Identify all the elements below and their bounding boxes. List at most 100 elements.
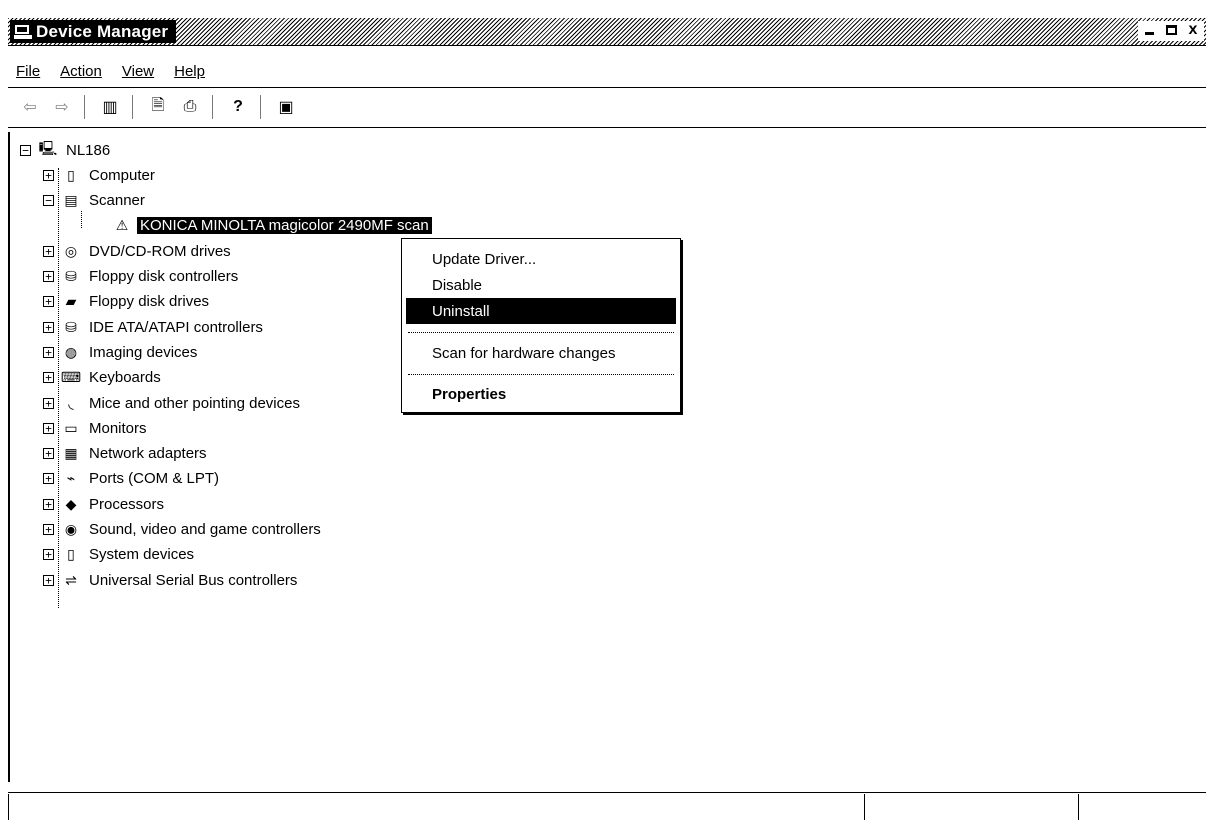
tree-category-label: DVD/CD-ROM drives (89, 242, 231, 260)
floppy-drive-icon: ▰ (65, 292, 77, 309)
expand-icon[interactable]: + (43, 295, 54, 307)
expand-icon[interactable]: + (43, 523, 54, 535)
maximize-button[interactable] (1160, 21, 1182, 41)
menu-item-label: Disable (432, 276, 483, 294)
collapse-icon[interactable]: − (43, 194, 54, 206)
tree-category-scanner[interactable]: − ▤ Scanner (43, 188, 148, 212)
tree-category-processors[interactable]: + ◆ Processors (43, 492, 167, 516)
expand-icon[interactable]: + (43, 548, 54, 560)
forward-button[interactable]: ⇨ (50, 95, 74, 119)
status-panel-main (8, 794, 861, 820)
title-label-group: Device Manager (10, 20, 177, 43)
tree-category-label: Keyboards (89, 368, 161, 386)
tree-category-imaging[interactable]: + ◍ Imaging devices (43, 340, 200, 364)
status-bar (8, 792, 1206, 820)
menu-file[interactable]: File (8, 63, 52, 80)
minimize-icon (1144, 32, 1154, 35)
menu-file-label: File (16, 62, 41, 80)
tree-category-label: Universal Serial Bus controllers (89, 571, 298, 589)
tree-root-label: NL186 (66, 141, 111, 159)
tree-category-label: Scanner (89, 191, 145, 209)
network-adapter-icon: ▦ (64, 444, 78, 461)
menu-view[interactable]: View (114, 63, 166, 80)
expand-icon[interactable]: + (43, 245, 54, 257)
tree-category-network[interactable]: + ▦ Network adapters (43, 441, 210, 465)
tree-category-dvd-cd-rom[interactable]: + ◎ DVD/CD-ROM drives (43, 239, 234, 263)
expand-icon[interactable]: + (43, 422, 54, 434)
menu-item-uninstall[interactable]: Uninstall (406, 298, 676, 324)
close-button[interactable]: x (1182, 21, 1204, 41)
help-icon: ? (233, 98, 243, 115)
close-icon: x (1188, 21, 1198, 38)
expand-icon[interactable]: + (43, 472, 54, 484)
tree-category-floppy-drives[interactable]: + ▰ Floppy disk drives (43, 289, 212, 313)
tree-category-floppy-controllers[interactable]: + ⛁ Floppy disk controllers (43, 264, 241, 288)
menu-item-update-driver[interactable]: Update Driver... (406, 246, 676, 272)
expand-icon[interactable]: + (43, 321, 54, 333)
show-hide-console-tree-button[interactable]: ▥ (98, 95, 122, 119)
expand-icon[interactable]: + (43, 397, 54, 409)
scanner-icon: ▤ (64, 191, 78, 208)
menu-help[interactable]: Help (166, 63, 217, 80)
minimize-button[interactable] (1138, 21, 1160, 41)
port-icon: ⌁ (66, 469, 76, 486)
expand-icon[interactable]: + (43, 346, 54, 358)
back-arrow-icon: ⇦ (23, 99, 37, 116)
tree-device-konica-scanner[interactable]: ⚠ KONICA MINOLTA magicolor 2490MF scan (113, 213, 432, 237)
status-panel-tertiary (1078, 794, 1206, 820)
tree-category-mice[interactable]: + ◟ Mice and other pointing devices (43, 391, 303, 415)
menu-separator (408, 332, 674, 333)
properties-icon: 🗎 (151, 96, 165, 114)
tree-category-label: Imaging devices (89, 343, 198, 361)
properties-button[interactable]: 🗎 (146, 95, 170, 119)
scan-hardware-icon: ▣ (278, 99, 294, 116)
menu-item-scan-hardware[interactable]: Scan for hardware changes (406, 340, 676, 366)
menu-toolbar-divider (8, 87, 1206, 88)
ide-controller-icon: ⛁ (65, 318, 77, 335)
show-hide-console-tree-icon: ▥ (102, 99, 118, 116)
tree-category-sound[interactable]: + ◉ Sound, video and game controllers (43, 517, 324, 541)
tree-category-usb[interactable]: + ⇌ Universal Serial Bus controllers (43, 568, 300, 592)
toolbar-divider (212, 95, 216, 119)
tree-category-ide[interactable]: + ⛁ IDE ATA/ATAPI controllers (43, 315, 266, 339)
scan-hardware-button[interactable]: ▣ (274, 95, 298, 119)
help-button[interactable]: ? (226, 95, 250, 119)
back-button[interactable]: ⇦ (18, 95, 42, 119)
expand-icon[interactable]: + (43, 270, 54, 282)
menu-item-properties[interactable]: Properties (406, 381, 676, 407)
dvd-drive-icon: ◎ (64, 242, 78, 259)
tree-category-label: Mice and other pointing devices (89, 394, 300, 412)
menu-item-disable[interactable]: Disable (406, 272, 676, 298)
tree-category-monitors[interactable]: + ▭ Monitors (43, 416, 150, 440)
window-controls: x (1138, 21, 1204, 41)
tree-root-node[interactable]: − 🖳 NL186 (20, 138, 113, 162)
computer-icon: ▯ (67, 166, 75, 183)
monitor-icon: ▭ (64, 419, 78, 436)
expand-icon[interactable]: + (43, 498, 54, 510)
tree-category-computer[interactable]: + ▯ Computer (43, 163, 158, 187)
toolbar-divider (132, 95, 136, 119)
device-tree-pane[interactable]: − 🖳 NL186 + ▯ Computer − ▤ Scanner ⚠ KON… (8, 132, 1206, 782)
title-bar[interactable]: Device Manager x (8, 18, 1206, 46)
menu-item-label: Properties (432, 385, 507, 403)
menu-view-label: View (121, 62, 155, 80)
maximize-icon (1165, 25, 1177, 35)
menu-item-label: Uninstall (432, 302, 490, 320)
collapse-icon[interactable]: − (20, 144, 31, 156)
toolbar-bottom-border (8, 127, 1206, 128)
tree-category-system[interactable]: + ▯ System devices (43, 542, 197, 566)
expand-icon[interactable]: + (43, 169, 54, 181)
tree-category-label: Ports (COM & LPT) (89, 469, 220, 487)
expand-icon[interactable]: + (43, 371, 54, 383)
device-manager-icon (14, 24, 32, 40)
context-menu: Update Driver... Disable Uninstall Scan … (401, 238, 681, 413)
tree-category-ports[interactable]: + ⌁ Ports (COM & LPT) (43, 466, 222, 490)
tree-category-keyboards[interactable]: + ⌨ Keyboards (43, 365, 164, 389)
print-button[interactable]: ⎙ (178, 95, 202, 119)
expand-icon[interactable]: + (43, 447, 54, 459)
expand-icon[interactable]: + (43, 574, 54, 586)
menu-action[interactable]: Action (52, 63, 114, 80)
disk-controller-icon: ⛁ (65, 267, 77, 284)
tree-category-label: Monitors (89, 419, 147, 437)
tree-device-label: KONICA MINOLTA magicolor 2490MF scan (137, 216, 432, 234)
